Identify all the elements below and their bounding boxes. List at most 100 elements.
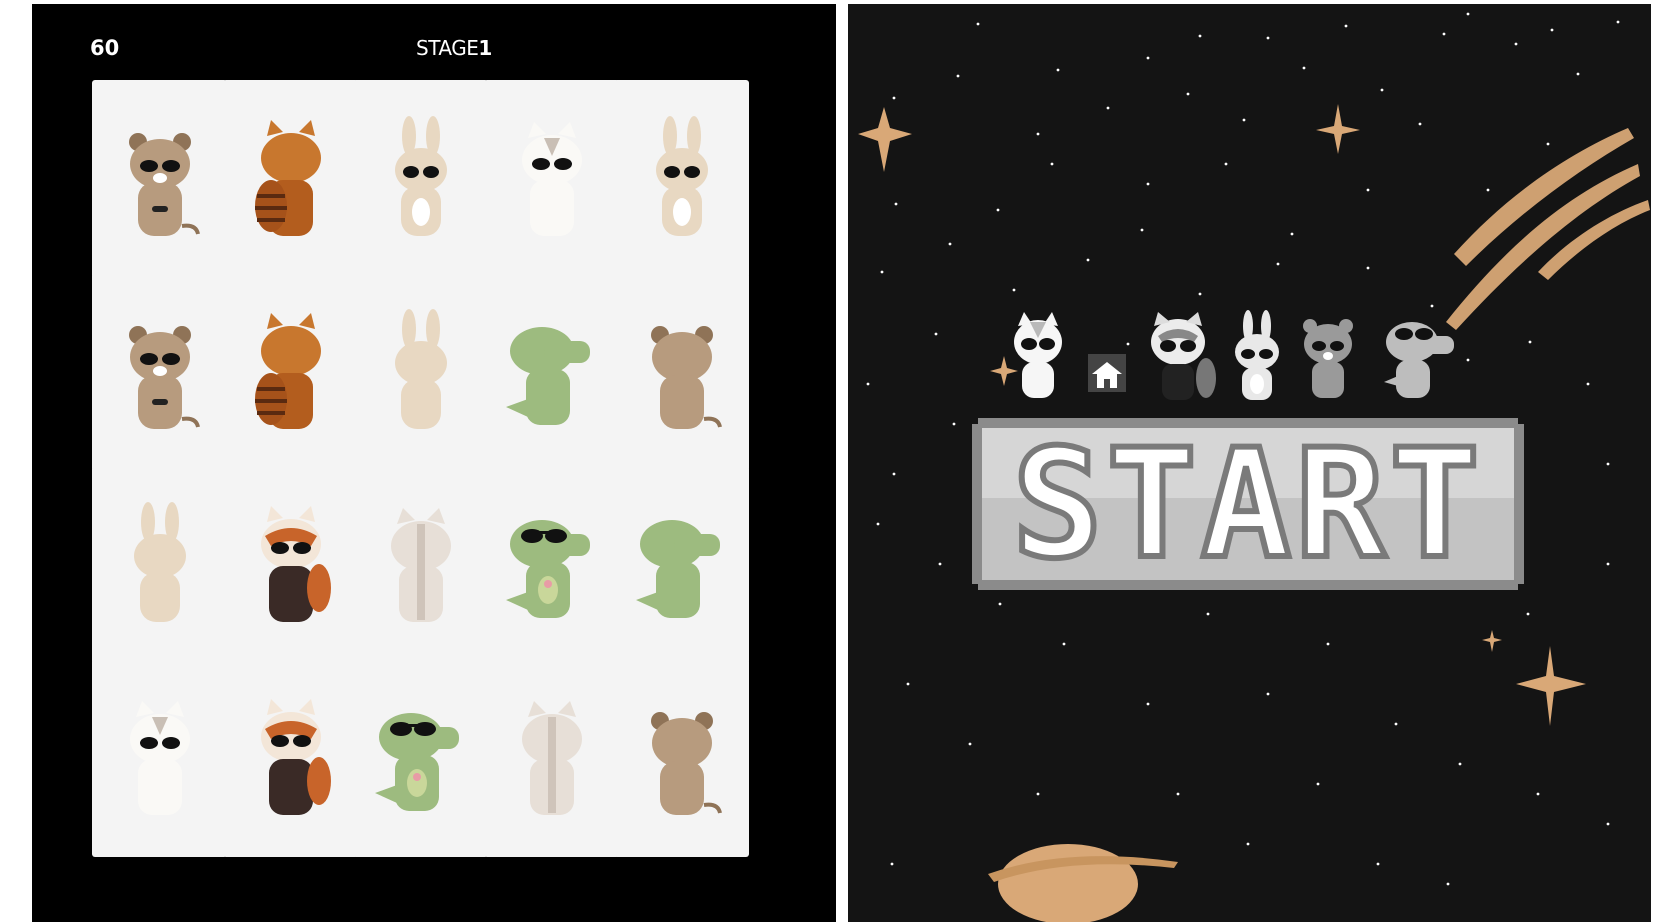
star-dot — [1576, 72, 1580, 76]
star-dot — [956, 74, 960, 78]
star-dot — [1316, 782, 1320, 786]
memory-card[interactable] — [223, 466, 358, 664]
memory-card[interactable] — [92, 659, 227, 857]
start-button[interactable]: START — [972, 418, 1524, 590]
star-dot — [1012, 288, 1016, 292]
star-dot — [1186, 92, 1190, 96]
memory-card[interactable] — [223, 80, 358, 278]
memory-card[interactable] — [484, 80, 619, 278]
star-dot — [948, 242, 952, 246]
star-dot — [1086, 258, 1090, 262]
star-dot — [1526, 612, 1530, 616]
planet-icon — [998, 844, 1138, 922]
star-dot — [1146, 56, 1150, 60]
star-dot — [968, 742, 972, 746]
sparkle-icon — [1516, 646, 1586, 726]
red-panda-icon — [1151, 312, 1216, 400]
score-counter: 60 — [90, 36, 120, 60]
start-label: START — [1012, 418, 1484, 590]
star-dot — [1486, 188, 1490, 192]
cat-icon — [129, 701, 190, 815]
memory-card[interactable] — [614, 273, 749, 471]
star-dot — [1206, 612, 1210, 616]
star-dot — [1616, 20, 1620, 24]
memory-card[interactable] — [223, 659, 358, 857]
star-dot — [1062, 642, 1066, 646]
star-dot — [1550, 28, 1554, 32]
star-dot — [1606, 562, 1610, 566]
star-dot — [890, 862, 894, 866]
star-dot — [1606, 822, 1610, 826]
star-dot — [998, 602, 1002, 606]
rabbit-icon — [1235, 310, 1279, 400]
comet-streak — [1538, 200, 1650, 280]
rabbit-icon — [394, 116, 447, 236]
star-dot — [1366, 188, 1370, 192]
crocodile-icon — [374, 713, 459, 811]
sparkle-icon — [1482, 630, 1502, 652]
star-dot — [1376, 862, 1380, 866]
star-dot — [894, 202, 898, 206]
quokka-icon — [128, 326, 200, 429]
star-dot — [1140, 228, 1144, 232]
stage-title: STAGE1 — [416, 36, 492, 60]
card-grid — [92, 80, 782, 895]
memory-card[interactable] — [223, 273, 358, 471]
red-panda-icon — [260, 506, 331, 622]
star-dot — [1146, 702, 1150, 706]
red-panda-icon — [260, 699, 331, 815]
quokka-icon — [650, 712, 722, 815]
star-dot — [1056, 68, 1060, 72]
star-dot — [1536, 792, 1540, 796]
memory-card[interactable] — [484, 659, 619, 857]
house-icon — [1088, 354, 1126, 392]
star-dot — [1418, 122, 1422, 126]
star-dot — [1326, 642, 1330, 646]
star-dot — [1344, 24, 1348, 28]
star-dot — [1050, 162, 1054, 166]
star-dot — [1242, 118, 1246, 122]
star-dot — [1606, 462, 1610, 466]
memory-card[interactable] — [353, 273, 488, 471]
star-dot — [1106, 106, 1110, 110]
memory-card[interactable] — [484, 466, 619, 664]
memory-card[interactable] — [92, 466, 227, 664]
star-dot — [1442, 32, 1446, 36]
cat-icon — [390, 508, 451, 622]
star-dot — [938, 562, 942, 566]
memory-card[interactable] — [353, 80, 488, 278]
star-dot — [1546, 142, 1550, 146]
star-dot — [1446, 882, 1450, 886]
star-dot — [996, 208, 1000, 212]
memory-card[interactable] — [353, 659, 488, 857]
star-dot — [1290, 232, 1294, 236]
memory-card[interactable] — [484, 273, 619, 471]
star-dot — [1466, 12, 1470, 16]
memory-card[interactable] — [614, 659, 749, 857]
quokka-icon — [650, 326, 722, 429]
stage-label: STAGE — [416, 36, 479, 60]
memory-card[interactable] — [614, 80, 749, 278]
star-dot — [1458, 762, 1462, 766]
star-dot — [1224, 162, 1228, 166]
star-dot — [1276, 262, 1280, 266]
star-dot — [880, 270, 884, 274]
memory-card[interactable] — [92, 273, 227, 471]
star-dot — [1246, 842, 1250, 846]
crocodile-icon — [1384, 322, 1454, 398]
cat-icon — [521, 701, 582, 815]
start-screen-panel: START — [848, 4, 1651, 922]
star-dot — [1198, 292, 1202, 296]
game-board-panel: 60 STAGE1 — [32, 4, 836, 922]
star-dot — [976, 22, 980, 26]
memory-card[interactable] — [92, 80, 227, 278]
crocodile-icon — [505, 520, 590, 618]
sparkle-icon — [858, 107, 912, 172]
memory-card[interactable] — [353, 466, 488, 664]
red-panda-icon — [254, 120, 321, 236]
comet-streak — [1454, 128, 1634, 266]
star-dot — [1394, 722, 1398, 726]
memory-card[interactable] — [614, 466, 749, 664]
crocodile-icon — [505, 327, 590, 425]
star-dot — [1514, 42, 1518, 46]
